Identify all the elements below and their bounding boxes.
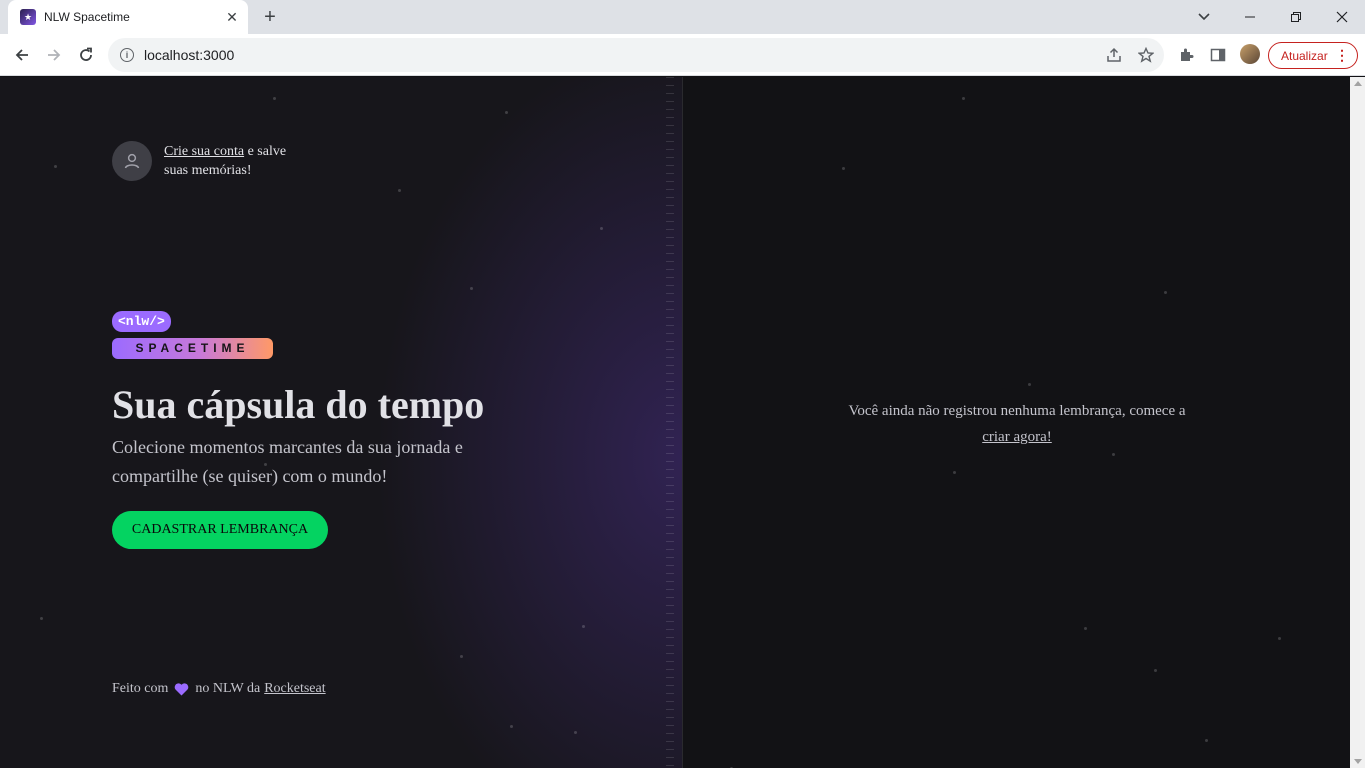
profile-avatar[interactable] — [1240, 44, 1260, 64]
signin-area: Crie sua conta e salve suas memórias! — [112, 141, 304, 181]
update-label: Atualizar — [1281, 48, 1328, 63]
scroll-down-arrow-icon[interactable] — [1354, 759, 1362, 764]
star-decoration — [574, 731, 577, 734]
signin-text: Crie sua conta e salve suas memórias! — [164, 142, 304, 180]
star-decoration — [953, 471, 956, 474]
star-decoration — [40, 617, 43, 620]
url-text[interactable]: localhost:3000 — [144, 47, 1100, 63]
create-now-link[interactable]: criar agora! — [982, 429, 1052, 445]
minimize-button[interactable] — [1227, 0, 1273, 34]
tab-search-icon[interactable] — [1190, 5, 1218, 29]
left-panel: Crie sua conta e salve suas memórias! <n… — [0, 77, 683, 768]
scroll-up-arrow-icon[interactable] — [1354, 81, 1362, 86]
stripes-decoration — [666, 77, 674, 768]
site-info-icon[interactable]: i — [120, 48, 134, 62]
create-memory-button[interactable]: CADASTRAR LEMBRANÇA — [112, 511, 328, 549]
reload-icon — [80, 47, 92, 61]
star-decoration — [510, 725, 513, 728]
star-decoration — [273, 97, 276, 100]
browser-tabstrip: ★ NLW Spacetime ✕ + — [0, 0, 1365, 34]
star-decoration — [398, 189, 401, 192]
forward-arrow-icon — [48, 49, 61, 61]
page-subtitle: Colecione momentos marcantes da sua jorn… — [112, 437, 463, 486]
tab-title: NLW Spacetime — [44, 10, 130, 24]
star-decoration — [1278, 637, 1281, 640]
star-decoration — [470, 287, 473, 290]
bookmark-star-icon[interactable] — [1132, 41, 1160, 69]
footer: Feito com no NLW da Rocketseat — [112, 681, 326, 697]
footer-prefix: Feito com — [112, 681, 169, 696]
page-scrollbar[interactable] — [1350, 77, 1365, 768]
address-bar[interactable]: i localhost:3000 — [108, 38, 1164, 72]
extensions-icon[interactable] — [1172, 41, 1200, 69]
star-decoration — [505, 111, 508, 114]
footer-middle: no NLW da — [195, 681, 261, 696]
logo-spacetime: SPACETIME — [112, 338, 273, 359]
page-title: Sua cápsula do tempo — [112, 382, 485, 427]
user-avatar[interactable] — [112, 141, 152, 181]
update-button[interactable]: Atualizar ⋮ — [1268, 42, 1358, 69]
empty-state-message: Você ainda não registrou nenhuma lembran… — [684, 398, 1350, 450]
user-icon — [124, 153, 140, 169]
star-decoration — [460, 655, 463, 658]
empty-state-text: Você ainda não registrou nenhuma lembran… — [848, 403, 1186, 419]
rocketseat-link[interactable]: Rocketseat — [264, 681, 325, 697]
share-icon[interactable] — [1100, 41, 1128, 69]
back-button[interactable] — [7, 40, 37, 70]
star-decoration — [582, 625, 585, 628]
forward-button[interactable] — [39, 40, 69, 70]
window-controls — [1227, 0, 1365, 34]
star-decoration — [842, 167, 845, 170]
star-decoration — [600, 227, 603, 230]
reload-button[interactable] — [71, 40, 101, 70]
star-decoration — [54, 165, 57, 168]
menu-dots-icon: ⋮ — [1335, 47, 1349, 63]
star-decoration — [962, 97, 965, 100]
star-decoration — [1205, 739, 1208, 742]
logo-nlw-tag: <nlw/> — [112, 311, 171, 332]
star-decoration — [1112, 453, 1115, 456]
heart-icon — [174, 682, 189, 696]
back-arrow-icon — [15, 49, 28, 61]
restore-button[interactable] — [1273, 0, 1319, 34]
nlw-spacetime-logo: <nlw/> SPACETIME — [112, 311, 273, 359]
close-window-button[interactable] — [1319, 0, 1365, 34]
star-decoration — [1164, 291, 1167, 294]
page-viewport: Crie sua conta e salve suas memórias! <n… — [0, 77, 1350, 768]
star-decoration — [1084, 627, 1087, 630]
create-account-link[interactable]: Crie sua conta — [164, 144, 244, 159]
side-panel-icon[interactable] — [1204, 41, 1232, 69]
close-tab-icon[interactable]: ✕ — [222, 7, 242, 27]
star-decoration — [1154, 669, 1157, 672]
browser-tab[interactable]: ★ NLW Spacetime ✕ — [8, 0, 248, 34]
new-tab-button[interactable]: + — [258, 5, 282, 29]
star-decoration — [1028, 383, 1031, 386]
favicon-icon: ★ — [20, 9, 36, 25]
browser-toolbar: i localhost:3000 Atualizar ⋮ — [0, 34, 1365, 76]
